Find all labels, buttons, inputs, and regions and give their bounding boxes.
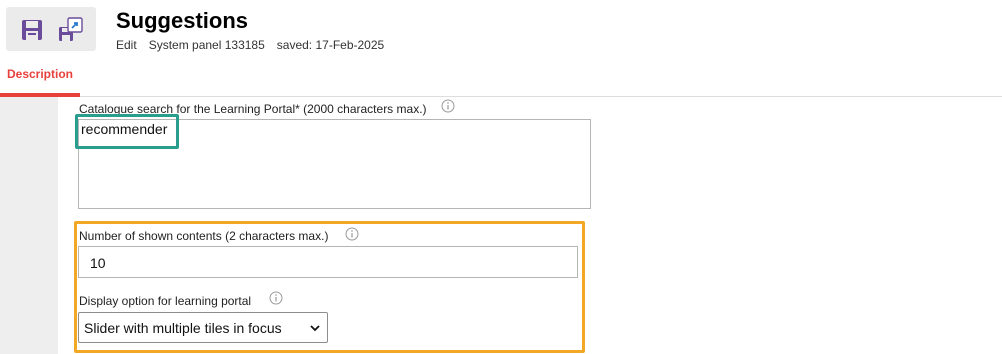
meta-saved: saved: 17-Feb-2025	[276, 38, 385, 52]
display-option-value: Slider with multiple tiles in focus	[84, 320, 282, 336]
info-icon[interactable]	[269, 291, 283, 305]
tab-description-label: Description	[6, 67, 73, 81]
tab-bar: Description	[0, 60, 1002, 97]
page-title: Suggestions	[116, 8, 249, 33]
shown-contents-input[interactable]: 10	[78, 246, 578, 278]
display-option-label: Display option for learning portal	[79, 294, 252, 308]
save-as-button[interactable]	[56, 15, 86, 45]
chevron-down-icon	[310, 325, 320, 332]
left-rail	[0, 97, 58, 354]
info-icon[interactable]	[441, 99, 455, 113]
shown-contents-label: Number of shown contents (2 characters m…	[79, 229, 329, 243]
save-icon	[22, 20, 42, 40]
toolbar	[6, 7, 96, 51]
tab-description[interactable]: Description	[0, 60, 80, 97]
page-meta: Edit System panel 133185 saved: 17-Feb-2…	[116, 38, 384, 52]
save-as-icon	[59, 17, 83, 41]
meta-id: System panel 133185	[148, 38, 265, 52]
info-icon[interactable]	[345, 227, 359, 241]
save-button[interactable]	[17, 15, 47, 45]
highlight-box-green	[75, 114, 179, 149]
meta-mode: Edit	[116, 38, 137, 52]
display-option-select[interactable]: Slider with multiple tiles in focus	[78, 312, 328, 343]
